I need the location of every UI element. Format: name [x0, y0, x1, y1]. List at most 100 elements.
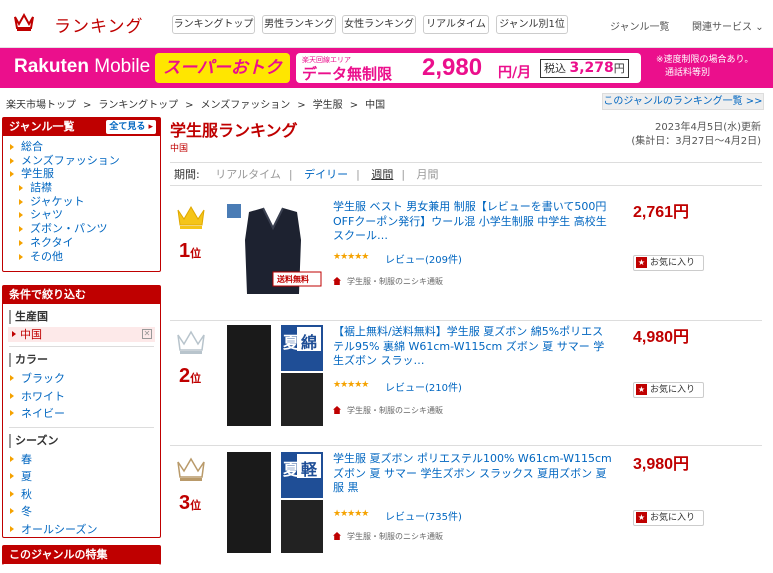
tax-included-price: 税込 3,278円 [540, 59, 629, 78]
related-services-label: 関連サービス [692, 22, 752, 33]
product-name-link[interactable]: 学生服 夏ズボン ポリエステル100% W61cm-W115cm ズボン 夏 サ… [333, 452, 613, 496]
tab-genre-first[interactable]: ジャンル別1位 [496, 15, 568, 34]
material-tag: 綿 [301, 333, 318, 352]
genre-list: 総合 メンズファッション 学生服 詰襟 ジャケット シャツ ズボン・パンツ ネク… [3, 136, 160, 263]
filter-season-item[interactable]: オールシーズン [3, 521, 160, 539]
sidebar-item-genre[interactable]: ネクタイ [3, 236, 160, 250]
breadcrumb-item[interactable]: メンズファッション [200, 100, 290, 111]
tax-unit: 円 [613, 62, 625, 75]
review-link[interactable]: レビュー(210件) [385, 379, 462, 394]
tab-realtime[interactable]: リアルタイム [423, 15, 489, 34]
sidebar-feature-box: このジャンルの特集 [2, 545, 161, 565]
vest-product-image [227, 204, 322, 294]
tab-men-ranking[interactable]: 男性ランキング [262, 15, 336, 34]
brand-suffix: Mobile [94, 56, 151, 77]
filter-season-item[interactable]: 冬 [3, 503, 160, 521]
favorite-button[interactable]: お気に入り [633, 382, 704, 398]
sidebar-item-genre[interactable]: 学生服 [3, 167, 160, 181]
breadcrumb: 楽天市場トップ > ランキングトップ > メンズファッション > 学生服 > 中国 [6, 100, 386, 111]
divider [9, 346, 154, 347]
sidebar-item-genre[interactable]: ジャケット [3, 195, 160, 209]
tab-women-ranking[interactable]: 女性ランキング [342, 15, 416, 34]
arrow-right-icon: ▸ [148, 122, 153, 132]
shop-icon [333, 406, 341, 414]
ranking-item: 3位 夏 軽 学生服 夏ズボン ポリエステル100% W61cm-W115cm … [170, 452, 762, 573]
breadcrumb-item[interactable]: ランキングトップ [98, 100, 178, 111]
filter-season-item[interactable]: 春 [3, 451, 160, 469]
sidebar-item-genre[interactable]: ズボン・パンツ [3, 222, 160, 236]
unlimited-plan-box: 楽天回線エリア データ無制限 2,980 円/月 税込 3,278円 [296, 53, 641, 83]
review-link[interactable]: レビュー(209件) [385, 251, 462, 266]
sidebar-item-genre[interactable]: メンズファッション [3, 154, 160, 168]
see-all-label: 全て見る [109, 122, 146, 132]
crown-logo-icon[interactable] [13, 12, 35, 32]
favorite-button[interactable]: お気に入り [633, 255, 704, 271]
filter-color-item[interactable]: ブラック [3, 370, 160, 388]
origin-selected-filter[interactable]: 中国 ✕ [8, 327, 155, 342]
filter-color-item[interactable]: ネイビー [3, 405, 160, 423]
crown-gold-icon [177, 206, 205, 229]
related-services-link[interactable]: 関連サービス ⌄ [692, 18, 764, 33]
brand-name: Rakuten [14, 56, 89, 77]
filter-color-item[interactable]: ホワイト [3, 388, 160, 406]
promo-super-otoku: スーパーおトク [155, 53, 290, 83]
filter-season-item[interactable]: 夏 [3, 468, 160, 486]
origin-heading: 生産国 [9, 310, 154, 324]
tab-ranking-top[interactable]: ランキングトップ [172, 15, 255, 34]
favorite-button[interactable]: お気に入り [633, 510, 704, 526]
ranking-item: 2位 夏 綿 【裾上無料/送料無料】学生服 夏ズボン 綿5%ポリエステル95% … [170, 325, 762, 446]
banner-note-line2: 通話料等別 [665, 68, 711, 78]
crown-silver-icon [177, 330, 205, 354]
product-image[interactable]: 送料無料 [221, 200, 326, 301]
feature-heading[interactable]: このジャンルの特集 [3, 546, 160, 564]
color-heading: カラー [9, 353, 154, 367]
page-subtitle: 中国 [170, 144, 189, 154]
product-image[interactable]: 夏 軽 [221, 452, 326, 553]
breadcrumb-item[interactable]: 中国 [365, 100, 385, 111]
rank-value: 3 [179, 492, 191, 514]
period-realtime[interactable]: リアルタイム [215, 168, 281, 181]
ranking-logo-text[interactable]: ランキング [54, 12, 144, 37]
site-header: ランキング ランキングトップ 男性ランキング 女性ランキング リアルタイム ジャ… [0, 0, 773, 48]
tax-label: 税込 [544, 62, 566, 75]
rank-number: 1位 [179, 240, 201, 263]
sidebar-item-genre[interactable]: 詰襟 [3, 181, 160, 195]
sidebar-item-genre[interactable]: その他 [3, 250, 160, 264]
product-name-link[interactable]: 学生服 ベスト 男女兼用 制服【レビューを書いて500円OFFクーポン発行】ウー… [333, 200, 613, 244]
rank-suffix: 位 [190, 373, 202, 385]
banner-note: ※速度制限の場合あり。 通話料等別 [656, 54, 753, 80]
rank-value: 2 [179, 365, 191, 387]
rank-value: 1 [179, 240, 191, 262]
chevron-down-icon: ⌄ [755, 22, 764, 33]
product-price: 4,980円 [633, 329, 690, 346]
see-all-button[interactable]: 全て見る ▸ [106, 120, 156, 134]
breadcrumb-item[interactable]: 楽天市場トップ [6, 100, 76, 111]
shop-link[interactable]: 学生服・制服のニシキ通販 [333, 276, 443, 287]
sidebar-item-genre[interactable]: シャツ [3, 208, 160, 222]
shop-link[interactable]: 学生服・制服のニシキ通販 [333, 405, 443, 416]
unlimited-label: データ無制限 [302, 65, 393, 83]
review-link[interactable]: レビュー(735件) [385, 508, 462, 523]
filter-heading: 条件で絞り込む [3, 286, 160, 304]
free-shipping-badge: 送料無料 [277, 275, 309, 284]
sidebar-item-genre[interactable]: 総合 [3, 140, 160, 154]
close-icon[interactable]: ✕ [142, 329, 152, 339]
period-monthly[interactable]: 月間 [417, 168, 439, 181]
period-weekly[interactable]: 週間 [371, 168, 393, 181]
shop-link[interactable]: 学生服・制服のニシキ通販 [333, 531, 443, 542]
genre-ranking-list-link[interactable]: このジャンルのランキング一覧 >> [602, 93, 764, 110]
rakuten-mobile-logo: Rakuten Mobile [14, 56, 150, 78]
period-range: (集計日：3月27日～4月2日) [631, 136, 761, 147]
genre-list-link[interactable]: ジャンル一覧 [610, 18, 670, 33]
breadcrumb-item[interactable]: 学生服 [313, 100, 343, 111]
shop-icon [333, 532, 341, 540]
product-name-link[interactable]: 【裾上無料/送料無料】学生服 夏ズボン 綿5%ポリエステル95% 裏綿 W61c… [333, 325, 613, 369]
genre-heading: ジャンル一覧 全て見る ▸ [3, 118, 160, 136]
sidebar-genre-box: ジャンル一覧 全て見る ▸ 総合 メンズファッション 学生服 詰襟 ジャケット … [2, 117, 161, 272]
rakuten-mobile-banner[interactable]: Rakuten Mobile スーパーおトク 楽天回線エリア データ無制限 2,… [0, 48, 773, 88]
product-price: 2,761円 [633, 204, 690, 221]
shop-name: 学生服・制服のニシキ通販 [347, 406, 443, 415]
period-daily[interactable]: デイリー [304, 168, 348, 181]
product-image[interactable]: 夏 綿 [221, 325, 326, 426]
filter-season-item[interactable]: 秋 [3, 486, 160, 504]
